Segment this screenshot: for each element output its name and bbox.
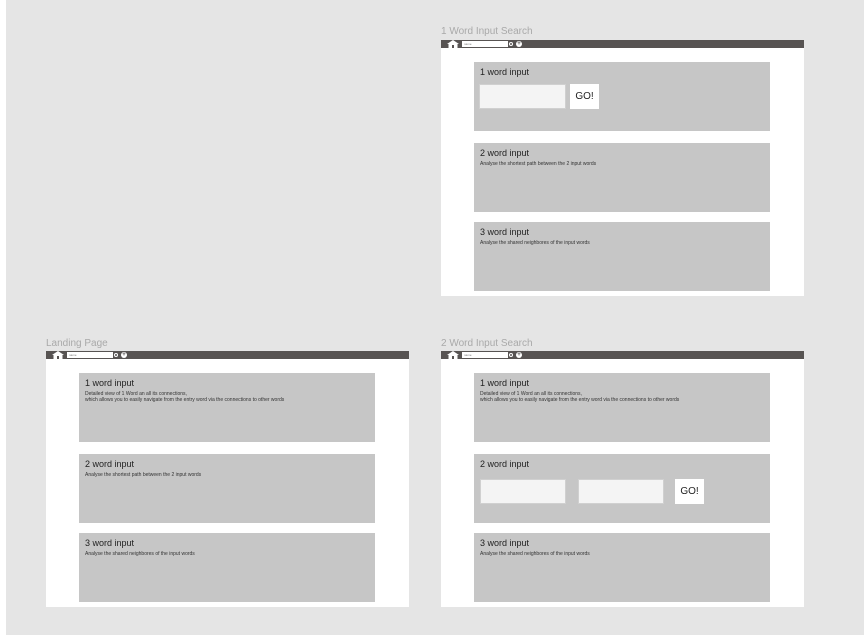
section-title: 3 word input — [480, 538, 530, 548]
second-word-input[interactable] — [578, 479, 664, 504]
close-tab-icon[interactable] — [113, 352, 119, 358]
section-1-word-input[interactable]: 1 word input Detailed view of 1 Word an … — [79, 373, 375, 442]
frame-label-landing: Landing Page — [46, 338, 108, 349]
close-tab-icon[interactable] — [508, 352, 514, 358]
description-line: which allows you to easily navigate from… — [480, 397, 680, 403]
home-icon[interactable] — [52, 351, 64, 359]
new-tab-icon[interactable]: + — [121, 352, 127, 358]
frame-landing-page: name + 1 word input Detailed view of 1 W… — [46, 351, 409, 607]
section-title: 1 word input — [480, 67, 530, 77]
word-input[interactable] — [479, 84, 566, 109]
first-word-input[interactable] — [480, 479, 566, 504]
section-title: 2 word input — [480, 148, 530, 158]
browser-tab[interactable]: name — [67, 352, 113, 358]
frame-label-one-word: 1 Word Input Search — [441, 26, 533, 37]
browser-tab-bar: name + — [46, 351, 409, 359]
home-icon[interactable] — [447, 40, 459, 48]
section-2-word-input: 2 word input GO! — [474, 454, 770, 523]
frame-one-word-search: name + 1 word input GO! 2 word input Ana… — [441, 40, 804, 296]
section-3-word-input[interactable]: 3 word input Analyse the shared neighbor… — [474, 222, 770, 291]
section-description: Analyse the shared neighbores of the inp… — [480, 551, 590, 557]
browser-tab-bar: name + — [441, 351, 804, 359]
go-button[interactable]: GO! — [570, 84, 599, 109]
design-canvas: 1 Word Input Search name + 1 word input … — [6, 0, 864, 635]
home-icon[interactable] — [447, 351, 459, 359]
section-1-word-input: 1 word input GO! — [474, 62, 770, 131]
section-description: Analyse the shared neighbores of the inp… — [85, 551, 195, 557]
section-description: Analyse the shortest path between the 2 … — [480, 161, 597, 167]
description-line: which allows you to easily navigate from… — [85, 397, 285, 403]
frame-two-word-search: name + 1 word input Detailed view of 1 W… — [441, 351, 804, 607]
section-3-word-input[interactable]: 3 word input Analyse the shared neighbor… — [474, 533, 770, 602]
section-title: 2 word input — [85, 459, 135, 469]
new-tab-icon[interactable]: + — [516, 41, 522, 47]
close-tab-icon[interactable] — [508, 41, 514, 47]
section-description: Analyse the shortest path between the 2 … — [85, 472, 202, 478]
section-title: 1 word input — [85, 378, 135, 388]
section-3-word-input[interactable]: 3 word input Analyse the shared neighbor… — [79, 533, 375, 602]
section-title: 2 word input — [480, 459, 530, 469]
new-tab-icon[interactable]: + — [516, 352, 522, 358]
section-title: 3 word input — [85, 538, 135, 548]
frame-label-two-word: 2 Word Input Search — [441, 338, 533, 349]
section-2-word-input[interactable]: 2 word input Analyse the shortest path b… — [79, 454, 375, 523]
browser-tab[interactable]: name — [462, 41, 508, 47]
section-description: Detailed view of 1 Word an all its conne… — [480, 391, 679, 403]
section-1-word-input[interactable]: 1 word input Detailed view of 1 Word an … — [474, 373, 770, 442]
go-button[interactable]: GO! — [675, 479, 704, 504]
section-description: Detailed view of 1 Word an all its conne… — [85, 391, 284, 403]
section-2-word-input[interactable]: 2 word input Analyse the shortest path b… — [474, 143, 770, 212]
browser-tab[interactable]: name — [462, 352, 508, 358]
section-description: Analyse the shared neighbores of the inp… — [480, 240, 590, 246]
section-title: 1 word input — [480, 378, 530, 388]
section-title: 3 word input — [480, 227, 530, 237]
browser-tab-bar: name + — [441, 40, 804, 48]
